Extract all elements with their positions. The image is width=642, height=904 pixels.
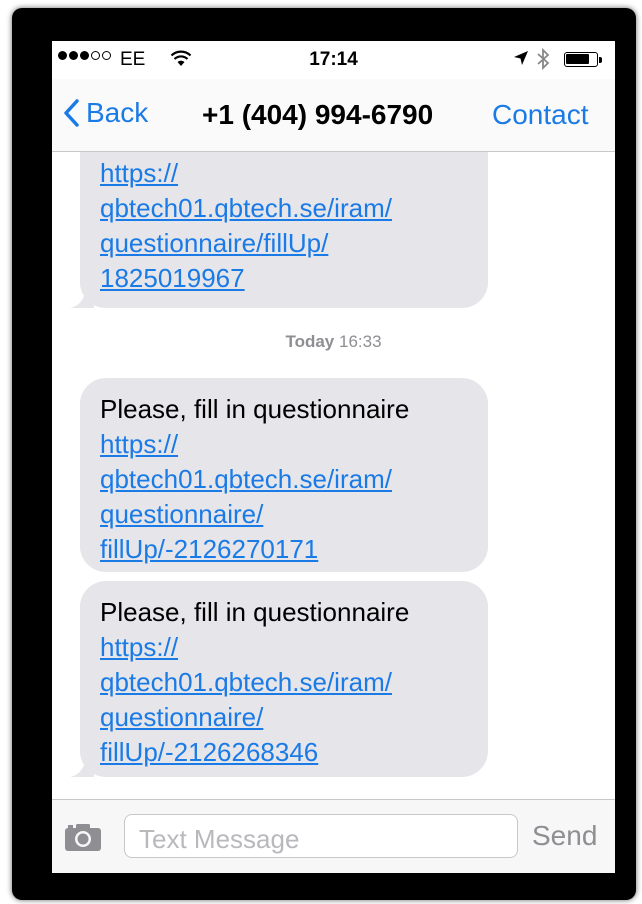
message-composer: Send bbox=[52, 799, 615, 873]
chevron-left-icon bbox=[64, 99, 79, 127]
message-text: Please, fill in questionnaire bbox=[100, 597, 410, 627]
message-link-line[interactable]: 1825019967 bbox=[100, 261, 468, 296]
location-arrow-icon bbox=[512, 49, 530, 73]
timestamp-time: 16:33 bbox=[339, 332, 382, 351]
text-message-input[interactable] bbox=[124, 814, 518, 858]
back-button[interactable]: Back bbox=[62, 97, 148, 129]
conversation-title: +1 (404) 994-6790 bbox=[202, 99, 434, 130]
message-bubble: https:// qbtech01.qbtech.se/iram/ questi… bbox=[70, 152, 488, 308]
camera-icon[interactable] bbox=[64, 822, 102, 852]
message-bubble: Please, fill in questionnaire https:// q… bbox=[70, 581, 488, 777]
message-link-line[interactable]: https:// bbox=[100, 156, 468, 191]
bubble-tail bbox=[70, 286, 94, 308]
message-link-line[interactable]: questionnaire/ bbox=[100, 497, 468, 532]
navigation-bar: Back +1 (404) 994-6790 Contact bbox=[52, 79, 615, 152]
message-link-line[interactable]: qbtech01.qbtech.se/iram/ bbox=[100, 191, 468, 226]
messages-screen: EE 17:14 Back +1 (404) 994-6790 Contact bbox=[52, 41, 615, 873]
battery-icon bbox=[564, 52, 598, 67]
status-bar: EE 17:14 bbox=[52, 41, 615, 79]
timestamp-day: Today bbox=[285, 332, 335, 351]
bubble-tail bbox=[70, 755, 94, 777]
message-list[interactable]: https:// qbtech01.qbtech.se/iram/ questi… bbox=[52, 152, 615, 800]
message-link-line[interactable]: questionnaire/fillUp/ bbox=[100, 226, 468, 261]
message-link-line[interactable]: fillUp/-2126268346 bbox=[100, 735, 468, 770]
status-time: 17:14 bbox=[309, 49, 358, 70]
contact-button[interactable]: Contact bbox=[492, 99, 589, 131]
message-bubble: Please, fill in questionnaire https:// q… bbox=[80, 378, 488, 572]
bluetooth-icon bbox=[536, 47, 550, 77]
send-button[interactable]: Send bbox=[532, 820, 597, 852]
message-link-line[interactable]: questionnaire/ bbox=[100, 700, 468, 735]
back-button-label: Back bbox=[86, 97, 149, 128]
message-link-line[interactable]: qbtech01.qbtech.se/iram/ bbox=[100, 665, 468, 700]
message-link-line[interactable]: qbtech01.qbtech.se/iram/ bbox=[100, 462, 468, 497]
message-link-line[interactable]: fillUp/-2126270171 bbox=[100, 532, 468, 567]
message-text: Please, fill in questionnaire bbox=[100, 394, 410, 424]
message-link-line[interactable]: https:// bbox=[100, 427, 468, 462]
message-timestamp: Today 16:33 bbox=[52, 332, 615, 352]
message-link-line[interactable]: https:// bbox=[100, 630, 468, 665]
